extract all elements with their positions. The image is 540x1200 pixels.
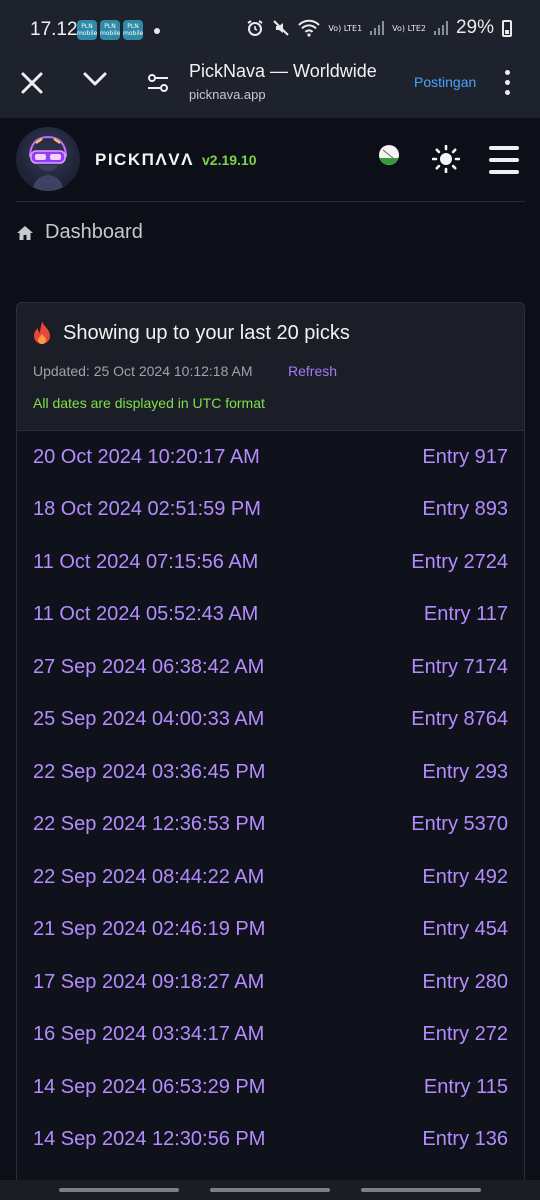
more-options-icon[interactable] <box>505 70 510 95</box>
pick-date: 18 Oct 2024 02:51:59 PM <box>33 498 261 521</box>
pick-entry[interactable]: Entry 7174 <box>411 656 508 679</box>
logo-avatar[interactable] <box>16 127 80 191</box>
card-title-text: Showing up to your last 20 picks <box>63 321 350 344</box>
pick-date: 21 Sep 2024 02:46:19 PM <box>33 918 266 941</box>
hamburger-menu-icon[interactable] <box>489 146 519 174</box>
pick-entry[interactable]: Entry 293 <box>422 761 508 784</box>
nav-home-handle[interactable] <box>210 1188 330 1192</box>
pick-date: 14 Sep 2024 12:30:56 PM <box>33 1128 266 1151</box>
nav-recents-handle[interactable] <box>59 1188 179 1192</box>
list-item[interactable]: 21 Sep 2024 02:46:19 PM Entry 454 <box>17 904 524 957</box>
list-item[interactable]: 18 Oct 2024 02:51:59 PM Entry 893 <box>17 484 524 537</box>
pick-entry[interactable]: Entry 492 <box>422 866 508 889</box>
robot-avatar-icon <box>29 135 67 191</box>
list-item[interactable]: 16 Sep 2024 03:34:17 AM Entry 272 <box>17 1009 524 1062</box>
list-item[interactable]: 25 Sep 2024 04:00:33 AM Entry 8764 <box>17 694 524 747</box>
pick-date: 22 Sep 2024 03:36:45 PM <box>33 760 266 783</box>
pick-date: 27 Sep 2024 06:38:42 AM <box>33 655 265 678</box>
notification-dot-icon <box>154 28 160 34</box>
pick-entry[interactable]: Entry 136 <box>422 1128 508 1151</box>
status-app-icons: PLN mobile PLN mobile PLN mobile <box>77 20 143 40</box>
pln-mobile-icon: PLN mobile <box>123 20 143 40</box>
card-title: Showing up to your last 20 picks <box>31 320 350 346</box>
list-item[interactable]: 11 Oct 2024 07:15:56 AM Entry 2724 <box>17 536 524 589</box>
lte1-label: Vo) LTE1 <box>328 23 363 33</box>
breadcrumb-dashboard[interactable]: Dashboard <box>45 221 143 244</box>
header-divider <box>16 201 525 202</box>
pick-entry[interactable]: Entry 917 <box>422 446 508 469</box>
signal-icon <box>433 21 448 35</box>
battery-icon <box>502 19 512 37</box>
pick-date: 20 Oct 2024 10:20:17 AM <box>33 445 260 468</box>
signal-icon <box>370 21 385 35</box>
list-item[interactable]: 17 Sep 2024 09:18:27 AM Entry 280 <box>17 956 524 1009</box>
pick-entry[interactable]: Entry 280 <box>422 971 508 994</box>
list-item[interactable]: 22 Sep 2024 12:36:53 PM Entry 5370 <box>17 799 524 852</box>
picks-list: 20 Oct 2024 10:20:17 AM Entry 917 18 Oct … <box>17 431 524 1166</box>
pick-date: 22 Sep 2024 12:36:53 PM <box>33 813 266 836</box>
pick-date: 14 Sep 2024 06:53:29 PM <box>33 1075 266 1098</box>
refresh-link[interactable]: Refresh <box>288 363 337 379</box>
browser-toolbar: PickNava — Worldwide picknava.app Postin… <box>0 58 540 118</box>
pick-entry[interactable]: Entry 272 <box>422 1023 508 1046</box>
status-bar: 17.12 PLN mobile PLN mobile PLN mobile V… <box>0 0 540 58</box>
pick-date: 22 Sep 2024 08:44:22 AM <box>33 865 265 888</box>
pick-entry[interactable]: Entry 893 <box>422 498 508 521</box>
battery-percent: 29% <box>455 17 494 38</box>
list-item[interactable]: 14 Sep 2024 06:53:29 PM Entry 115 <box>17 1061 524 1114</box>
pick-entry[interactable]: Entry 8764 <box>411 708 508 731</box>
list-item[interactable]: 22 Sep 2024 03:36:45 PM Entry 293 <box>17 746 524 799</box>
page-title: PickNava — Worldwide <box>189 61 377 81</box>
logo-text[interactable]: PICKΠΛVΛ <box>95 150 194 170</box>
page-settings-icon[interactable] <box>146 72 170 99</box>
postingan-button[interactable]: Postingan <box>414 74 476 90</box>
theme-toggle-sun-icon[interactable] <box>431 144 461 178</box>
list-item[interactable]: 20 Oct 2024 10:20:17 AM Entry 917 <box>17 431 524 484</box>
pick-date: 11 Oct 2024 07:15:56 AM <box>33 550 259 573</box>
chevron-down-icon[interactable] <box>82 70 108 93</box>
alarm-icon <box>247 20 263 36</box>
pln-mobile-icon: PLN mobile <box>77 20 97 40</box>
pick-date: 17 Sep 2024 09:18:27 AM <box>33 970 265 993</box>
home-icon[interactable] <box>16 224 34 242</box>
pick-entry[interactable]: Entry 2724 <box>411 551 508 574</box>
nav-back-handle[interactable] <box>361 1188 481 1192</box>
pick-date: 16 Sep 2024 03:34:17 AM <box>33 1023 265 1046</box>
lte2-label: Vo) LTE2 <box>392 23 426 33</box>
status-indicators: Vo) LTE1 Vo) LTE2 29% <box>246 17 512 39</box>
pick-entry[interactable]: Entry 115 <box>424 1076 508 1099</box>
pick-entry[interactable]: Entry 454 <box>422 918 508 941</box>
version-badge: v2.19.10 <box>202 152 257 168</box>
language-flag-icon[interactable] <box>377 143 401 167</box>
pick-entry[interactable]: Entry 117 <box>424 603 508 626</box>
system-nav-bar <box>0 1180 540 1200</box>
page-url[interactable]: picknava.app <box>189 87 266 102</box>
utc-note: All dates are displayed in UTC format <box>33 395 265 411</box>
status-time: 17.12 <box>30 19 78 40</box>
list-item[interactable]: 27 Sep 2024 06:38:42 AM Entry 7174 <box>17 641 524 694</box>
fire-icon <box>34 321 50 344</box>
mute-icon <box>273 20 290 36</box>
pick-date: 25 Sep 2024 04:00:33 AM <box>33 708 265 731</box>
pick-entry[interactable]: Entry 5370 <box>411 813 508 836</box>
pln-mobile-icon: PLN mobile <box>100 20 120 40</box>
list-item[interactable]: 14 Sep 2024 12:30:56 PM Entry 136 <box>17 1114 524 1167</box>
updated-timestamp: Updated: 25 Oct 2024 10:12:18 AM <box>33 363 253 379</box>
site-header: PICKΠΛVΛ v2.19.10 <box>0 118 540 202</box>
pick-date: 11 Oct 2024 05:52:43 AM <box>33 603 259 626</box>
picks-card: Showing up to your last 20 picks Updated… <box>16 302 525 1200</box>
list-item[interactable]: 22 Sep 2024 08:44:22 AM Entry 492 <box>17 851 524 904</box>
close-icon[interactable] <box>20 66 44 103</box>
breadcrumb: Dashboard <box>16 221 143 244</box>
list-item[interactable]: 11 Oct 2024 05:52:43 AM Entry 117 <box>17 589 524 642</box>
picks-card-header: Showing up to your last 20 picks Updated… <box>17 303 524 431</box>
wifi-icon <box>298 19 321 37</box>
